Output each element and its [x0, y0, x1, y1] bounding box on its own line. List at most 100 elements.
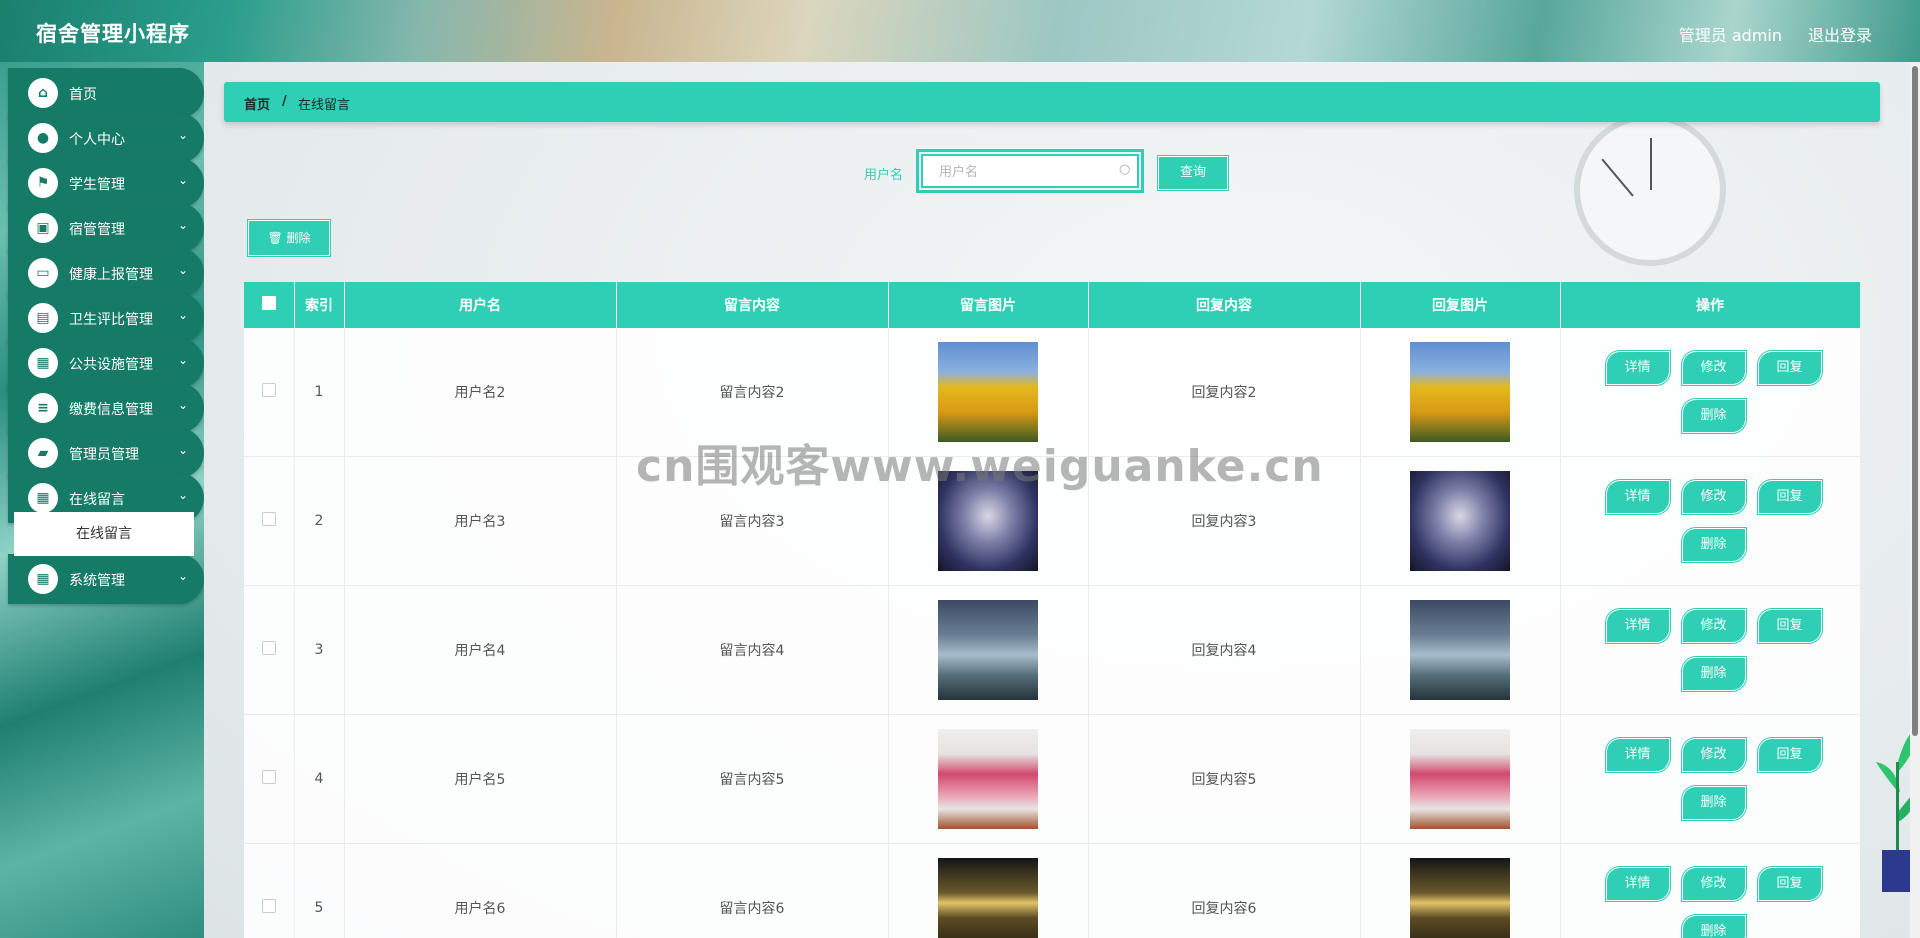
index-cell: 4: [294, 714, 345, 844]
reply-button[interactable]: 回复: [1756, 737, 1823, 773]
query-button[interactable]: 查询: [1157, 155, 1229, 191]
message-image[interactable]: [938, 342, 1038, 442]
search-input[interactable]: [916, 149, 1144, 193]
sidebar-item[interactable]: ≡ 缴费信息管理 ⌄: [8, 383, 204, 433]
admin-label: 管理员 admin: [1678, 26, 1782, 45]
reply-button[interactable]: 回复: [1756, 866, 1823, 902]
table-row: 5 用户名6 留言内容6 回复内容6 详情 修改 回复 删除: [244, 843, 1860, 938]
sidebar-item[interactable]: ⚑ 学生管理 ⌄: [8, 158, 204, 208]
delete-button[interactable]: 删除: [1680, 914, 1747, 938]
edit-button[interactable]: 修改: [1680, 479, 1747, 515]
index-cell: 2: [294, 456, 345, 586]
row-select-cell[interactable]: [244, 585, 295, 715]
row-select-cell[interactable]: [244, 714, 295, 844]
reply-image[interactable]: [1410, 858, 1510, 938]
detail-button[interactable]: 详情: [1604, 608, 1671, 644]
reply-button[interactable]: 回复: [1756, 608, 1823, 644]
row-select-cell[interactable]: [244, 328, 295, 457]
breadcrumb-current: 在线留言: [298, 98, 351, 113]
row-checkbox[interactable]: [261, 512, 276, 526]
logout-link[interactable]: 退出登录: [1808, 22, 1872, 46]
row-select-cell[interactable]: [244, 843, 295, 938]
delete-button[interactable]: 删除: [1680, 785, 1747, 821]
submenu-item-online-message[interactable]: 在线留言: [14, 512, 194, 556]
home-icon: ⌂: [28, 78, 58, 108]
breadcrumb: 首页 / 在线留言: [224, 82, 1880, 122]
sidebar-item-label: 缴费信息管理: [69, 402, 153, 418]
detail-button[interactable]: 详情: [1604, 737, 1671, 773]
chevron-down-icon: ⌄: [177, 398, 188, 412]
actions-cell: 详情 修改 回复 删除: [1560, 585, 1860, 715]
detail-button[interactable]: 详情: [1604, 479, 1671, 515]
breadcrumb-separator: /: [282, 94, 287, 109]
search-icon: ○: [1119, 162, 1131, 177]
sidebar-item[interactable]: ▦ 系统管理 ⌄: [8, 554, 204, 604]
watermark: cn围观客www.weiguanke.cn: [636, 441, 1324, 492]
reply-button[interactable]: 回复: [1756, 479, 1823, 515]
chevron-down-icon: ⌄: [177, 263, 188, 277]
user-icon: ●: [28, 123, 58, 153]
content-cell: 留言内容6: [616, 843, 889, 938]
edit-button[interactable]: 修改: [1680, 608, 1747, 644]
message-image[interactable]: [938, 600, 1038, 700]
row-checkbox[interactable]: [261, 383, 276, 397]
vertical-scrollbar[interactable]: [1910, 62, 1920, 938]
sidebar-item[interactable]: ▭ 健康上报管理 ⌄: [8, 248, 204, 298]
chevron-down-icon: ⌄: [177, 569, 188, 583]
row-checkbox[interactable]: [261, 641, 276, 655]
reply-cell: 回复内容6: [1088, 843, 1361, 938]
username-cell: 用户名6: [344, 843, 617, 938]
chat-icon: ▤: [28, 303, 58, 333]
reply-button[interactable]: 回复: [1756, 350, 1823, 386]
message-image-cell: [888, 585, 1089, 715]
bulk-delete-button[interactable]: 🗑 删除: [247, 219, 331, 257]
breadcrumb-home[interactable]: 首页: [244, 94, 270, 113]
grid-icon: ▦: [28, 483, 58, 513]
sidebar-item-label: 首页: [69, 87, 97, 103]
reply-image[interactable]: [1410, 600, 1510, 700]
column-header: 操作: [1560, 282, 1860, 328]
clipboard-icon: ▣: [28, 213, 58, 243]
column-header: 留言内容: [616, 282, 889, 328]
index-cell: 1: [294, 328, 345, 457]
row-checkbox[interactable]: [261, 770, 276, 784]
scrollbar-thumb[interactable]: [1912, 66, 1918, 736]
message-image-cell: [888, 843, 1089, 938]
sidebar-item[interactable]: ⌂ 首页: [8, 68, 204, 118]
detail-button[interactable]: 详情: [1604, 350, 1671, 386]
edit-button[interactable]: 修改: [1680, 737, 1747, 773]
reply-image[interactable]: [1410, 729, 1510, 829]
chevron-down-icon: ⌄: [177, 173, 188, 187]
sidebar-item[interactable]: ▣ 宿管管理 ⌄: [8, 203, 204, 253]
username-cell: 用户名2: [344, 328, 617, 457]
delete-button[interactable]: 删除: [1680, 398, 1747, 434]
select-all-checkbox[interactable]: [261, 296, 276, 310]
column-header: 回复图片: [1360, 282, 1561, 328]
content-cell: 留言内容5: [616, 714, 889, 844]
message-image[interactable]: [938, 729, 1038, 829]
edit-button[interactable]: 修改: [1680, 866, 1747, 902]
actions-cell: 详情 修改 回复 删除: [1560, 456, 1860, 586]
sidebar-item-label: 系统管理: [69, 573, 125, 589]
username-cell: 用户名4: [344, 585, 617, 715]
edit-button[interactable]: 修改: [1680, 350, 1747, 386]
select-all-header[interactable]: [244, 282, 295, 328]
sidebar-item[interactable]: ▤ 卫生评比管理 ⌄: [8, 293, 204, 343]
delete-button[interactable]: 删除: [1680, 527, 1747, 563]
username-cell: 用户名3: [344, 456, 617, 586]
message-image[interactable]: [938, 858, 1038, 938]
top-header: 宿舍管理小程序 管理员 admin 退出登录: [0, 0, 1920, 62]
reply-image-cell: [1360, 714, 1561, 844]
table-row: 4 用户名5 留言内容5 回复内容5 详情 修改 回复 删除: [244, 714, 1860, 844]
sidebar-item[interactable]: ▦ 公共设施管理 ⌄: [8, 338, 204, 388]
reply-image[interactable]: [1410, 342, 1510, 442]
chevron-down-icon: ⌄: [177, 308, 188, 322]
reply-image[interactable]: [1410, 471, 1510, 571]
sidebar-item[interactable]: ▰ 管理员管理 ⌄: [8, 428, 204, 478]
detail-button[interactable]: 详情: [1604, 866, 1671, 902]
delete-button[interactable]: 删除: [1680, 656, 1747, 692]
row-select-cell[interactable]: [244, 456, 295, 586]
row-checkbox[interactable]: [261, 899, 276, 913]
sidebar-item[interactable]: ● 个人中心 ⌄: [8, 113, 204, 163]
sidebar-item-label: 卫生评比管理: [69, 312, 153, 328]
